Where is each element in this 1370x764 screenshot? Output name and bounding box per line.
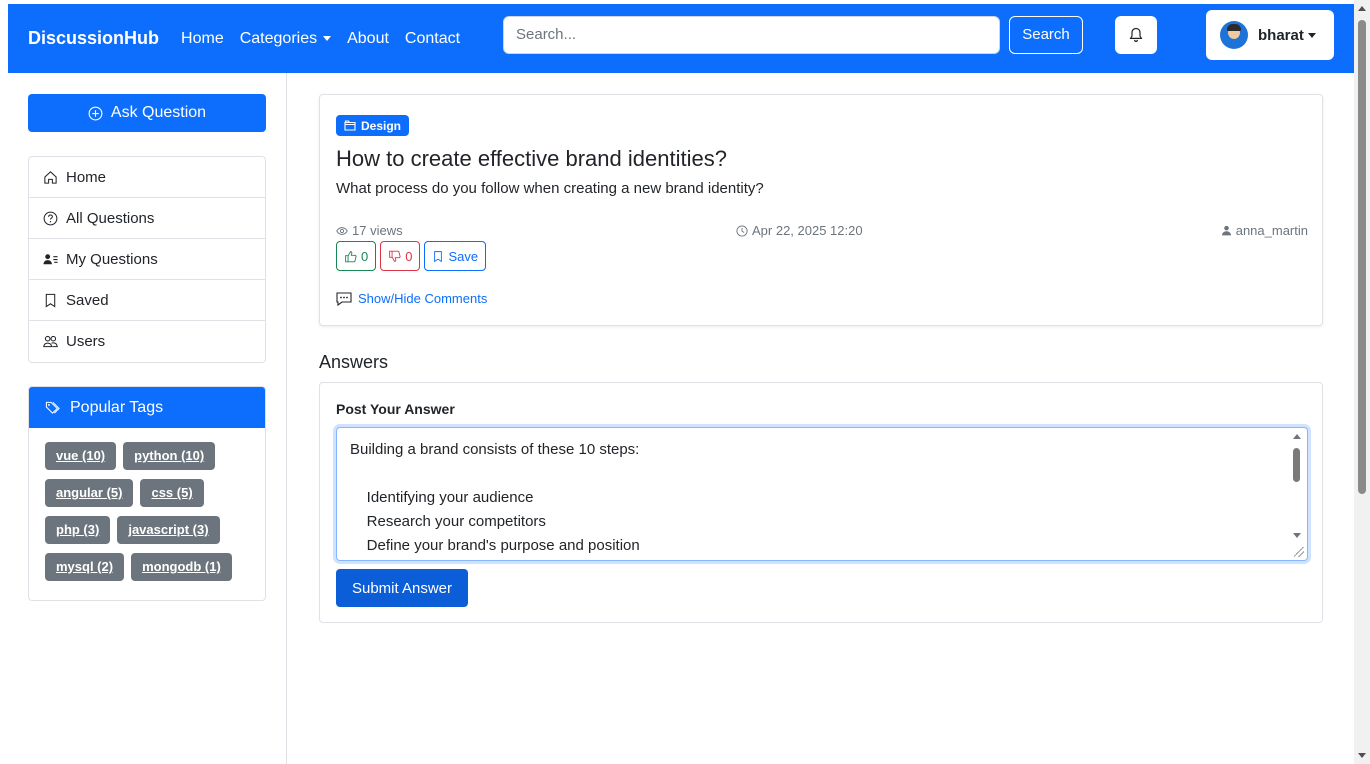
plus-circle-icon bbox=[88, 106, 103, 120]
brand-logo[interactable]: DiscussionHub bbox=[28, 28, 159, 49]
notifications-button[interactable] bbox=[1115, 16, 1157, 54]
nav-link-categories[interactable]: Categories bbox=[239, 29, 332, 48]
page-scrollbar[interactable] bbox=[1354, 0, 1370, 764]
question-circle-icon bbox=[43, 211, 58, 225]
tag-python[interactable]: python (10) bbox=[123, 442, 216, 470]
popular-tags-header: Popular Tags bbox=[29, 387, 265, 428]
sidebar-item-saved[interactable]: Saved bbox=[29, 280, 265, 321]
popular-tags-card: Popular Tags vue (10) python (10) angula… bbox=[28, 386, 266, 601]
sidebar-item-users[interactable]: Users bbox=[29, 321, 265, 362]
nav-link-about[interactable]: About bbox=[347, 30, 389, 48]
user-name: bharat bbox=[1258, 26, 1304, 44]
chevron-down-icon bbox=[323, 35, 332, 41]
tags-list: vue (10) python (10) angular (5) css (5)… bbox=[29, 428, 265, 600]
tag-javascript[interactable]: javascript (3) bbox=[117, 516, 220, 544]
ask-question-button[interactable]: Ask Question bbox=[28, 94, 266, 132]
scroll-up-arrow[interactable] bbox=[1358, 6, 1366, 11]
nav-link-home[interactable]: Home bbox=[181, 30, 224, 48]
downvote-count: 0 bbox=[405, 248, 413, 264]
author-label: anna_martin bbox=[1235, 223, 1308, 238]
upvote-button[interactable]: 0 bbox=[336, 241, 377, 271]
tag-vue[interactable]: vue (10) bbox=[45, 442, 117, 470]
scroll-down-arrow[interactable] bbox=[1358, 753, 1366, 758]
clock-icon bbox=[736, 224, 748, 237]
question-title: How to create effective brand identities… bbox=[336, 146, 727, 171]
sidebar-item-label: Saved bbox=[66, 291, 109, 309]
question-date: Apr 22, 2025 12:20 bbox=[736, 223, 863, 238]
downvote-button[interactable]: 0 bbox=[380, 241, 421, 271]
bookmark-icon bbox=[45, 293, 56, 308]
chevron-down-icon bbox=[1307, 32, 1316, 38]
toggle-comments-link[interactable]: Show/Hide Comments bbox=[336, 291, 487, 306]
question-card: Design How to create effective brand ide… bbox=[319, 94, 1323, 326]
eye-icon bbox=[336, 226, 348, 235]
thumbs-up-icon bbox=[345, 250, 357, 262]
user-menu-button[interactable]: bharat bbox=[1206, 10, 1334, 60]
sidebar-item-label: Users bbox=[66, 333, 106, 350]
sidebar-nav: Home All Questions My Questions Saved Us… bbox=[28, 156, 266, 363]
vote-actions: 0 0 Save bbox=[336, 241, 490, 271]
sidebar-item-home[interactable]: Home bbox=[29, 157, 265, 198]
save-label: Save bbox=[448, 248, 479, 264]
toggle-comments-label: Show/Hide Comments bbox=[358, 291, 488, 306]
question-body: What process do you follow when creating… bbox=[336, 180, 764, 197]
search-button[interactable]: Search bbox=[1009, 16, 1083, 54]
category-badge[interactable]: Design bbox=[336, 115, 410, 136]
question-meta: 17 views Apr 22, 2025 12:20 anna_martin bbox=[336, 223, 1308, 239]
person-lines-icon bbox=[43, 253, 58, 264]
chat-dots-icon bbox=[336, 291, 352, 306]
date-label: Apr 22, 2025 12:20 bbox=[752, 223, 863, 238]
category-label: Design bbox=[361, 118, 402, 133]
views-label: 17 views bbox=[352, 223, 403, 238]
answer-form-card: Post Your Answer Building a brand consis… bbox=[319, 382, 1323, 623]
sidebar-item-label: Home bbox=[66, 168, 107, 186]
sidebar-divider bbox=[286, 73, 287, 764]
sidebar-item-label: My Questions bbox=[66, 250, 158, 268]
avatar bbox=[1220, 21, 1248, 49]
popular-tags-title: Popular Tags bbox=[70, 398, 164, 416]
answers-heading: Answers bbox=[319, 352, 389, 372]
question-author[interactable]: anna_martin bbox=[1221, 223, 1308, 238]
thumbs-down-icon bbox=[389, 250, 401, 262]
sidebar-item-my-questions[interactable]: My Questions bbox=[29, 239, 265, 280]
nav-link-contact[interactable]: Contact bbox=[405, 30, 460, 48]
sidebar-item-all-questions[interactable]: All Questions bbox=[29, 198, 265, 239]
folder-icon bbox=[344, 120, 356, 131]
tags-icon bbox=[45, 401, 60, 414]
tag-angular[interactable]: angular (5) bbox=[45, 479, 134, 507]
tag-mongodb[interactable]: mongodb (1) bbox=[131, 553, 232, 581]
scroll-thumb[interactable] bbox=[1358, 20, 1366, 494]
resize-handle[interactable] bbox=[1294, 547, 1304, 557]
house-icon bbox=[44, 170, 57, 184]
person-icon bbox=[1221, 225, 1231, 236]
search-input[interactable]: Search... bbox=[503, 16, 1000, 54]
tag-php[interactable]: php (3) bbox=[45, 516, 111, 544]
ask-question-label: Ask Question bbox=[110, 104, 207, 121]
textarea-scrollbar[interactable] bbox=[1291, 432, 1303, 538]
upvote-count: 0 bbox=[361, 248, 369, 264]
answer-textarea[interactable]: Building a brand consists of these 10 st… bbox=[336, 427, 1308, 561]
post-answer-label: Post Your Answer bbox=[336, 401, 455, 417]
bookmark-icon bbox=[434, 250, 443, 262]
sidebar-item-label: All Questions bbox=[66, 209, 155, 227]
save-button[interactable]: Save bbox=[424, 241, 487, 271]
tag-mysql[interactable]: mysql (2) bbox=[45, 553, 125, 581]
answer-draft-text: Building a brand consists of these 10 st… bbox=[350, 441, 640, 554]
people-icon bbox=[43, 335, 58, 348]
submit-answer-button[interactable]: Submit Answer bbox=[336, 569, 468, 607]
bell-icon bbox=[1129, 27, 1143, 43]
nav-link-categories-label: Categories bbox=[239, 29, 318, 47]
tag-css[interactable]: css (5) bbox=[140, 479, 204, 507]
views-count: 17 views bbox=[336, 223, 403, 238]
